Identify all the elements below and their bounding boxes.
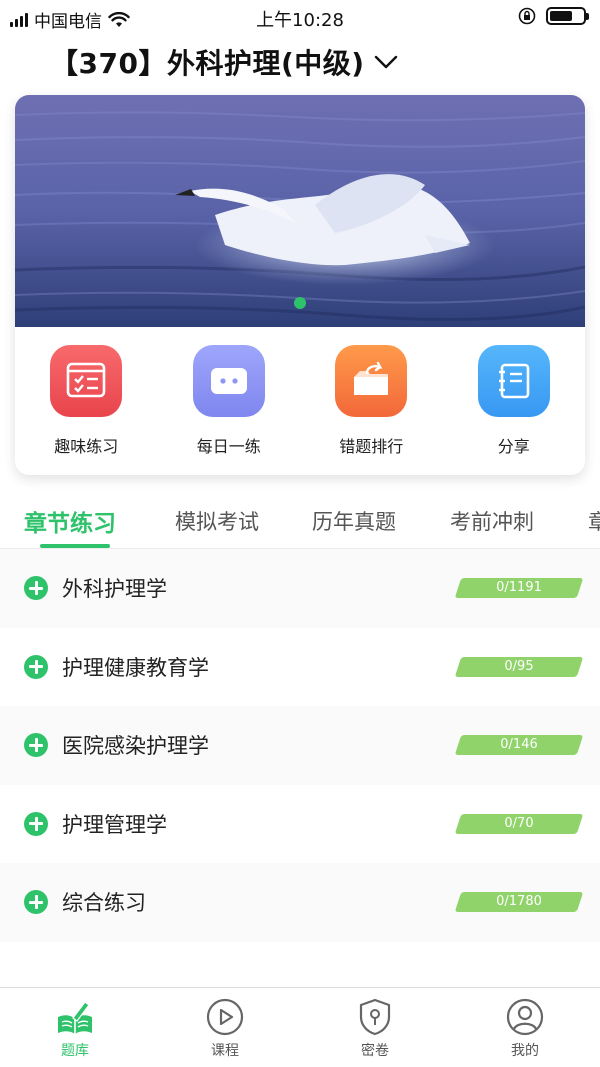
tab-final-sprint[interactable]: 考前冲刺	[450, 506, 534, 536]
quick-action-label: 错题排行	[339, 437, 404, 456]
page-title: 【370】外科护理(中级)	[50, 47, 365, 80]
progress-text: 0/1191	[496, 580, 542, 596]
tab-chapter-practice[interactable]: 章节练习	[24, 504, 116, 538]
quick-action-share[interactable]: 分享	[443, 345, 586, 457]
progress-text: 0/70	[504, 815, 534, 831]
quick-action-label: 每日一练	[196, 437, 261, 456]
chapter-name: 综合练习	[62, 891, 146, 916]
question-bank-icon	[54, 996, 96, 1038]
quick-action-label: 趣味练习	[54, 437, 119, 456]
chapter-list: 外科护理学 0/1191 护理健康教育学 0/95 医院感染护理学 0/146 …	[0, 549, 600, 942]
category-tabs: 章节练习 模拟考试 历年真题 考前冲刺 章	[0, 500, 600, 550]
tab-mock-exam[interactable]: 模拟考试	[175, 506, 259, 536]
chapter-name: 护理健康教育学	[62, 655, 209, 680]
nav-label: 密卷	[361, 1043, 389, 1059]
banner-swan-image	[15, 95, 585, 327]
carousel-indicator-dot[interactable]	[294, 297, 306, 309]
daily-practice-icon	[192, 345, 265, 417]
expand-plus-icon[interactable]	[24, 576, 48, 601]
progress-badge: 0/146	[454, 735, 584, 756]
chapter-name: 护理管理学	[62, 812, 167, 837]
progress-text: 0/1780	[496, 894, 542, 910]
nav-profile[interactable]: 我的	[450, 988, 600, 1067]
nav-label: 课程	[211, 1043, 239, 1059]
expand-plus-icon[interactable]	[24, 811, 48, 836]
nav-label: 题库	[61, 1043, 89, 1059]
quick-action-daily-practice[interactable]: 每日一练	[158, 345, 301, 457]
expand-plus-icon[interactable]	[24, 890, 48, 915]
bottom-tab-bar: 题库 课程 密卷 我的	[0, 987, 600, 1067]
secret-paper-icon	[354, 996, 396, 1038]
wrong-ranking-icon	[335, 345, 408, 417]
quick-action-label: 分享	[497, 437, 530, 456]
quick-action-wrong-ranking[interactable]: 错题排行	[300, 345, 443, 457]
chapter-item[interactable]: 护理健康教育学 0/95	[0, 628, 600, 707]
status-time: 上午10:28	[256, 10, 344, 31]
share-icon	[477, 345, 550, 417]
fun-practice-icon	[50, 345, 123, 417]
banner-carousel[interactable]	[15, 95, 585, 327]
progress-badge: 0/70	[454, 813, 584, 834]
nav-secret-paper[interactable]: 密卷	[300, 988, 450, 1067]
quick-actions: 趣味练习 每日一练 错题排行 分享	[15, 345, 585, 457]
status-bar: 中国电信 上午10:28	[0, 0, 600, 36]
course-play-icon	[204, 996, 246, 1038]
expand-plus-icon[interactable]	[24, 733, 48, 758]
expand-plus-icon[interactable]	[24, 654, 48, 679]
quick-action-fun-practice[interactable]: 趣味练习	[15, 345, 158, 457]
progress-badge: 0/95	[454, 656, 584, 677]
nav-label: 我的	[511, 1043, 539, 1059]
orientation-lock-icon	[518, 7, 536, 25]
chapter-name: 外科护理学	[62, 577, 167, 602]
progress-badge: 0/1780	[454, 892, 584, 913]
nav-course[interactable]: 课程	[150, 988, 300, 1067]
battery-icon	[546, 7, 589, 25]
profile-icon	[504, 996, 546, 1038]
progress-text: 0/146	[500, 737, 538, 753]
progress-text: 0/95	[504, 658, 534, 674]
chapter-item[interactable]: 综合练习 0/1780	[0, 863, 600, 942]
feature-card: 趣味练习 每日一练 错题排行 分享	[15, 95, 585, 475]
chevron-down-icon	[374, 55, 397, 69]
progress-badge: 0/1191	[454, 578, 584, 599]
chapter-item[interactable]: 护理管理学 0/70	[0, 785, 600, 864]
tab-more[interactable]: 章	[588, 506, 600, 536]
chapter-name: 医院感染护理学	[62, 734, 209, 759]
exam-selector[interactable]: 【370】外科护理(中级)	[50, 42, 399, 82]
nav-question-bank[interactable]: 题库	[0, 988, 150, 1067]
chapter-item[interactable]: 外科护理学 0/1191	[0, 549, 600, 628]
chapter-item[interactable]: 医院感染护理学 0/146	[0, 706, 600, 785]
tab-past-exams[interactable]: 历年真题	[312, 506, 396, 536]
